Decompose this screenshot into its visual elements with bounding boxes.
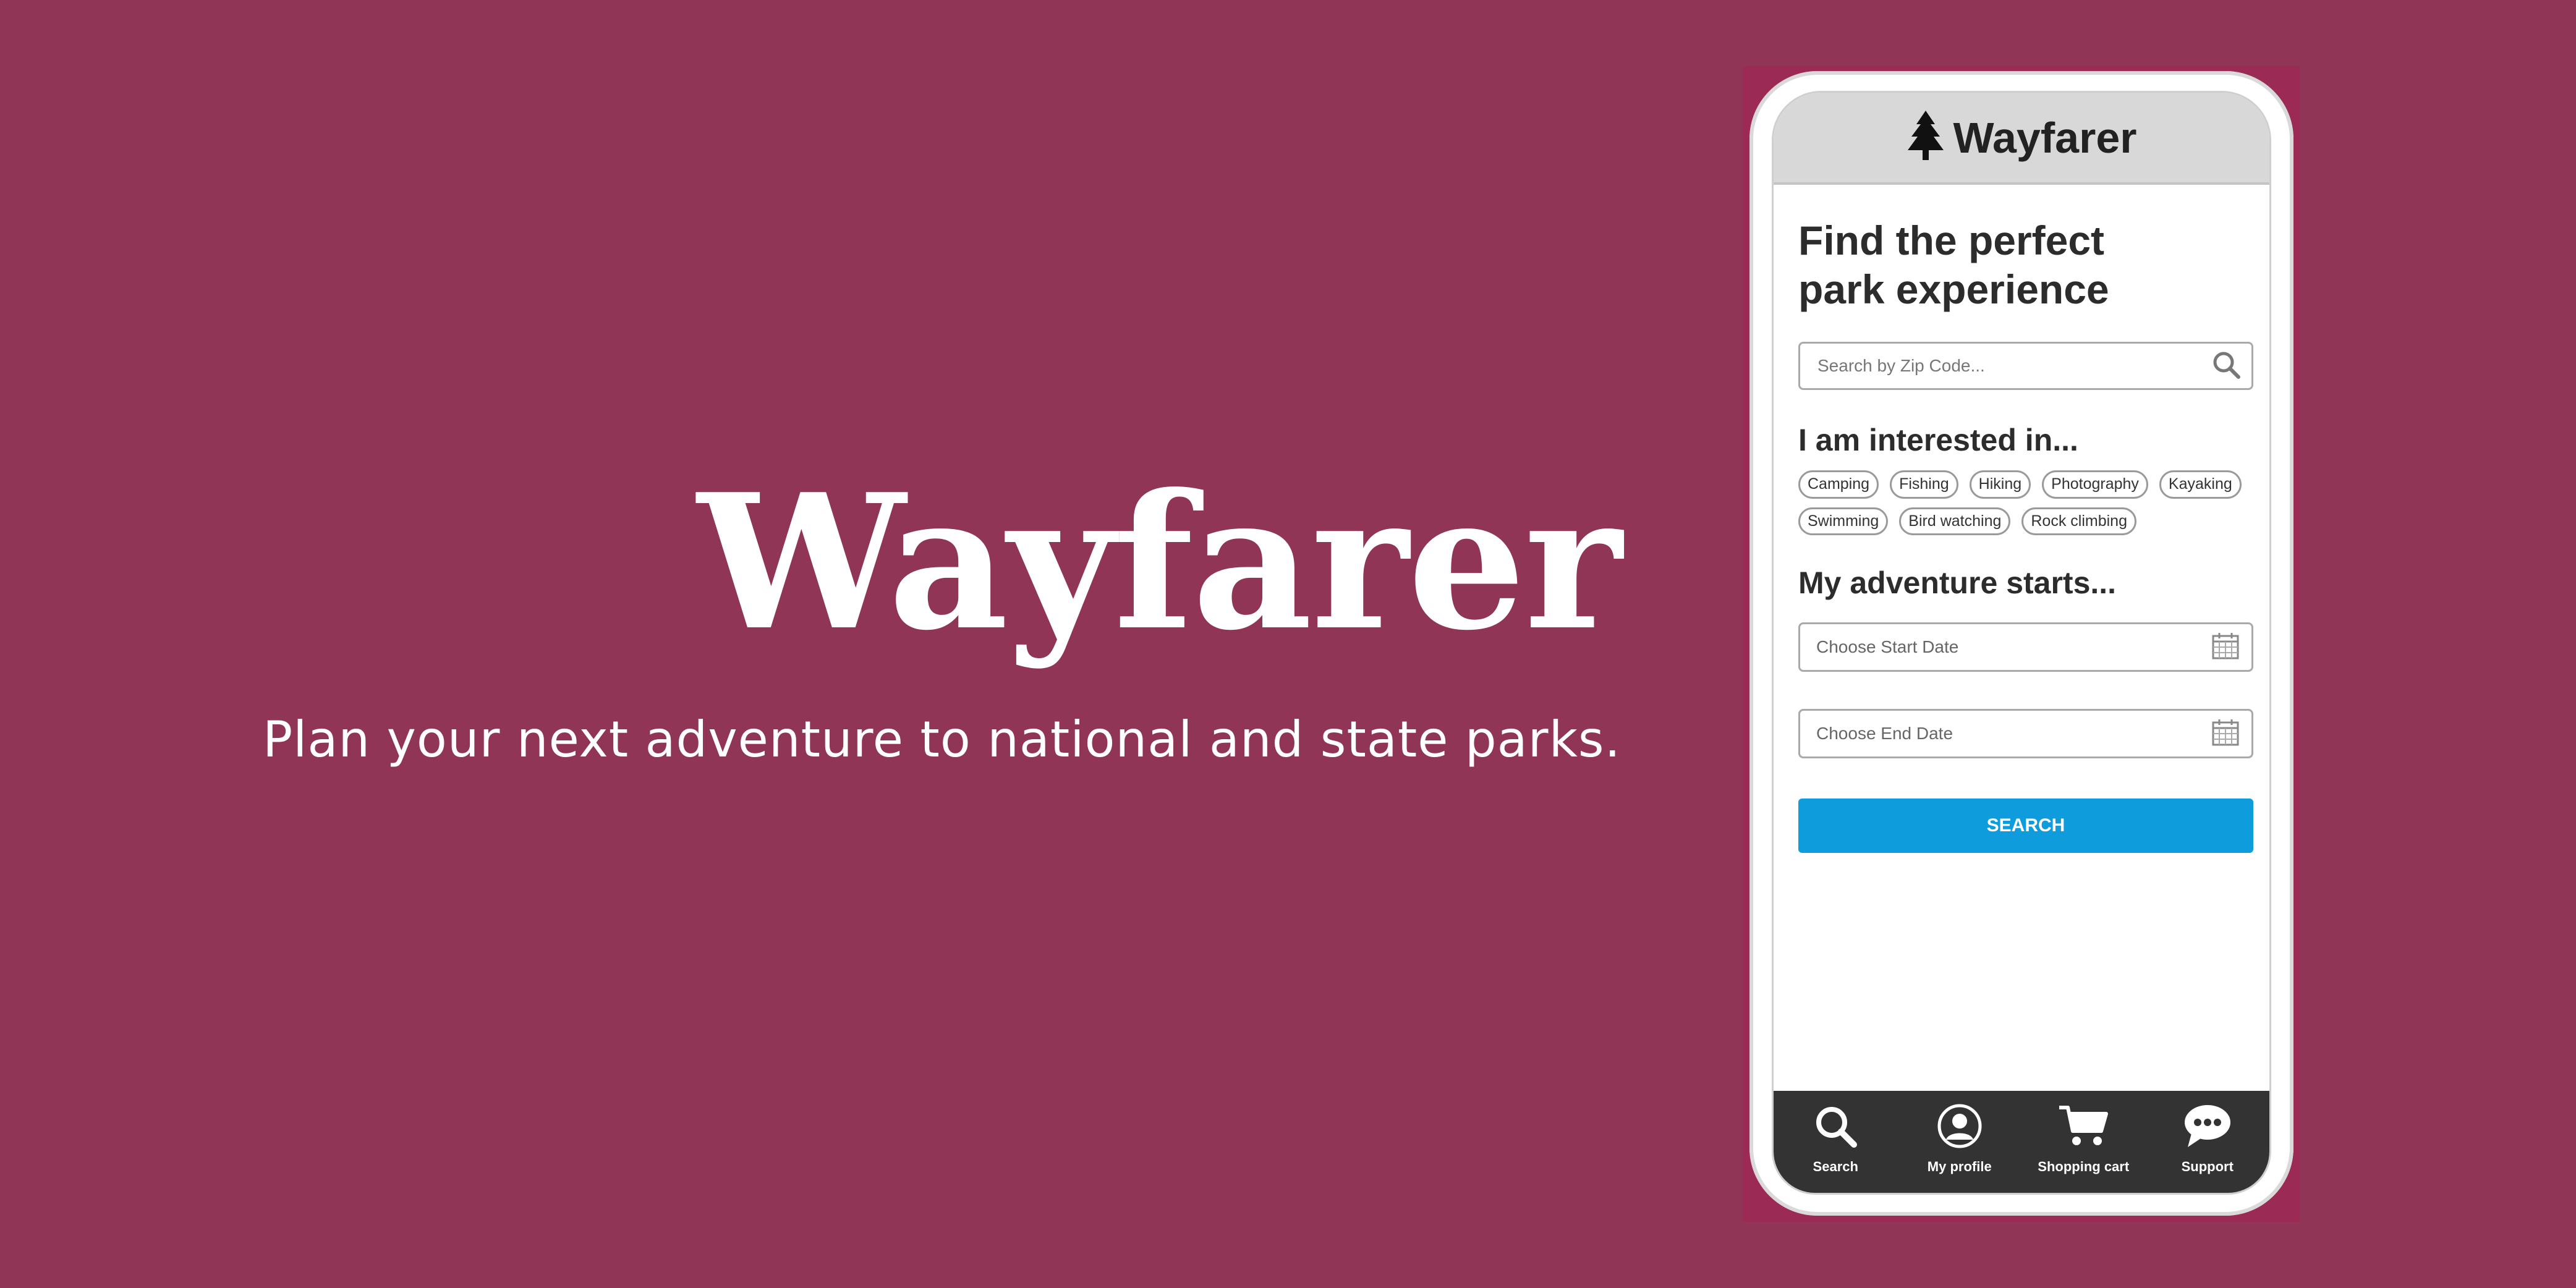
interests-title: I am interested in... xyxy=(1798,423,2078,458)
end-date-placeholder: Choose End Date xyxy=(1816,724,1953,744)
search-button[interactable]: SEARCH xyxy=(1798,799,2253,854)
profile-icon xyxy=(1936,1103,1983,1153)
main-content: Find the perfect park experience I am in… xyxy=(1798,216,2253,854)
headline-line-2: park experience xyxy=(1798,266,2109,313)
start-date-placeholder: Choose Start Date xyxy=(1816,637,1959,657)
chip-kayaking[interactable]: Kayaking xyxy=(2159,470,2242,499)
tab-support[interactable]: Support xyxy=(2152,1103,2263,1175)
headline-line-1: Find the perfect xyxy=(1798,218,2105,263)
hero-title: Wayfarer xyxy=(697,453,1622,671)
chat-icon xyxy=(2183,1103,2232,1153)
chip-camping[interactable]: Camping xyxy=(1798,470,1879,499)
dates-title: My adventure starts... xyxy=(1798,566,2117,601)
calendar-icon[interactable] xyxy=(2211,718,2240,750)
tab-shopping-cart[interactable]: Shopping cart xyxy=(2028,1103,2139,1175)
phone-frame: Wayfarer Find the perfect park experienc… xyxy=(1749,71,2293,1216)
phone-mockup: Wayfarer Find the perfect park experienc… xyxy=(1743,66,2300,1222)
hero-subtitle: Plan your next adventure to national and… xyxy=(262,711,1621,768)
tab-my-profile-label: My profile xyxy=(1927,1159,1992,1174)
tab-support-label: Support xyxy=(2181,1159,2234,1174)
calendar-icon[interactable] xyxy=(2211,631,2240,664)
app-header: Wayfarer xyxy=(1774,93,2269,185)
page-headline: Find the perfect park experience xyxy=(1798,216,2253,314)
search-icon[interactable] xyxy=(2211,349,2242,383)
tree-icon xyxy=(1906,111,1945,164)
zip-search-input[interactable] xyxy=(1816,355,2190,377)
search-icon xyxy=(1812,1103,1859,1153)
end-date-field[interactable]: Choose End Date xyxy=(1798,709,2253,759)
chip-swimming[interactable]: Swimming xyxy=(1798,507,1889,536)
app-brand-name: Wayfarer xyxy=(1953,113,2137,162)
tab-search[interactable]: Search xyxy=(1780,1103,1891,1175)
cart-icon xyxy=(2057,1103,2110,1153)
phone-screen: Wayfarer Find the perfect park experienc… xyxy=(1772,91,2271,1195)
chip-rock-climbing[interactable]: Rock climbing xyxy=(2021,507,2136,536)
tab-shopping-cart-label: Shopping cart xyxy=(2038,1159,2130,1174)
tab-search-label: Search xyxy=(1813,1159,1858,1174)
chip-bird-watching[interactable]: Bird watching xyxy=(1899,507,2011,536)
zip-search-box xyxy=(1798,342,2253,391)
chip-hiking[interactable]: Hiking xyxy=(1969,470,2031,499)
interest-chips: Camping Fishing Hiking Photography Kayak… xyxy=(1798,470,2253,536)
tab-my-profile[interactable]: My profile xyxy=(1904,1103,2015,1175)
start-date-field[interactable]: Choose Start Date xyxy=(1798,622,2253,672)
chip-fishing[interactable]: Fishing xyxy=(1890,470,1958,499)
chip-photography[interactable]: Photography xyxy=(2042,470,2148,499)
app-brand[interactable]: Wayfarer xyxy=(1906,111,2137,164)
bottom-tab-bar: Search My profile Shopping cart Support xyxy=(1774,1091,2269,1193)
